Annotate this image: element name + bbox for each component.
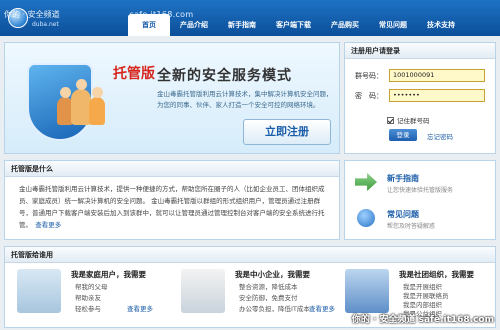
audience-card-sme: 我是中小企业，我需要 整合资源，降低成本 安全防御，免费支付 办公零负担，降低I…	[173, 265, 337, 327]
password-label: 密 码：	[355, 92, 383, 100]
nav-purchase[interactable]: 产品购买	[321, 14, 369, 36]
guide-title[interactable]: 新手指南	[387, 173, 419, 184]
nav-client-download[interactable]: 客户端下载	[266, 14, 321, 36]
hero-banner: 托管版 全新的安全服务模式 金山毒霸托管版利用云计算技术，集中解决计算机安全问题…	[4, 42, 340, 154]
edition-label: 托管版	[113, 66, 155, 82]
banner-description: 金山毒霸托管版利用云计算技术，集中解决计算机安全问题，为您的同事、伙伴、家人打造…	[157, 90, 333, 109]
arrow-right-icon	[355, 173, 377, 191]
guide-item-faq[interactable]: 常见问题 帮您及时答疑解惑	[345, 203, 495, 237]
what-is-text: 金山毒霸托管版利用云计算技术，提供一种便捷的方式，帮助您所在圈子的人（比如企业员…	[19, 185, 325, 229]
audience-card-title[interactable]: 我是社团组织，我需要	[399, 269, 474, 280]
what-is-heading: 托管版是什么	[5, 161, 339, 177]
top-bar: duba.net 你的 · 安全频道safe.it168.com 首页 产品介绍…	[0, 0, 500, 36]
group-number-row: 群号码： 1001000091	[355, 69, 491, 83]
what-is-more-link[interactable]: 查看更多	[35, 221, 61, 229]
audience-heading: 托管版给谁用	[5, 247, 495, 263]
remember-label: 记住群号码	[397, 117, 430, 125]
family-more-link[interactable]: 查看更多	[127, 303, 153, 313]
group-number-input[interactable]: 1001000091	[389, 69, 485, 82]
audience-line: 轻松参与	[75, 305, 101, 313]
guide-item-beginner[interactable]: 新手指南 让您快速体验托管版服务	[345, 167, 495, 201]
audience-card-family: 我是家庭用户，我需要 帮我的父母 帮助亲友 轻松参与 查看更多	[9, 265, 173, 327]
nav-beginner-guide[interactable]: 新手指南	[218, 14, 266, 36]
group-number-label: 群号码：	[355, 72, 383, 80]
guide-subtitle: 帮您及时答疑解惑	[387, 223, 436, 230]
remember-group[interactable]: 记住群号码	[387, 115, 430, 125]
password-input[interactable]: •••••••	[389, 89, 485, 102]
family-photo	[17, 269, 61, 313]
audience-line: 安全防御，免费支付	[239, 294, 298, 302]
sme-more-link[interactable]: 查看更多	[309, 303, 335, 313]
logo-domain: duba.net	[32, 21, 59, 28]
login-heading: 注册用户请登录	[345, 43, 495, 59]
forgot-password-link[interactable]: 忘记密码	[427, 131, 453, 141]
guide-subtitle: 让您快速体验托管版服务	[387, 187, 454, 194]
nav-faq[interactable]: 常见问题	[369, 14, 417, 36]
watermark-top-text: 你的 · 安全频道	[4, 10, 60, 19]
audience-line: 整合资源，降低成本	[239, 283, 298, 291]
help-circle-icon	[357, 209, 375, 227]
what-is-body: 金山毒霸托管版利用云计算技术，提供一种便捷的方式，帮助您所在圈子的人（比如企业员…	[19, 183, 331, 231]
audience-card-title[interactable]: 我是家庭用户，我需要	[71, 269, 146, 280]
audience-card-title[interactable]: 我是中小企业，我需要	[235, 269, 310, 280]
users-group-icon	[57, 79, 107, 125]
remember-checkbox[interactable]	[387, 116, 394, 124]
register-now-button[interactable]: 立即注册	[243, 119, 331, 145]
nav-product-intro[interactable]: 产品介绍	[170, 14, 218, 36]
nav-home[interactable]: 首页	[128, 14, 170, 36]
guide-panel: 新手指南 让您快速体验托管版服务 常见问题 帮您及时答疑解惑	[344, 160, 496, 240]
audience-line: 帮助亲友	[75, 294, 101, 302]
guide-title[interactable]: 常见问题	[387, 209, 419, 220]
password-row: 密 码： •••••••	[355, 89, 491, 103]
login-panel: 注册用户请登录 群号码： 1001000091 密 码： ••••••• 记住群…	[344, 42, 496, 154]
nav-tech-support[interactable]: 技术支持	[417, 14, 465, 36]
banner-title: 全新的安全服务模式	[157, 68, 292, 84]
watermark-bottom: 你的 · 安全频道 safe.it168.com	[351, 315, 494, 325]
audience-line: 办公零负担，降低IT成本	[239, 305, 310, 313]
audience-line: 帮我的父母	[75, 283, 108, 291]
organization-photo	[345, 269, 389, 313]
business-photo	[181, 269, 225, 313]
main-nav: 首页 产品介绍 新手指南 客户端下载 产品购买 常见问题 技术支持	[128, 14, 465, 36]
what-is-section: 托管版是什么 金山毒霸托管版利用云计算技术，提供一种便捷的方式，帮助您所在圈子的…	[4, 160, 340, 240]
login-button[interactable]: 登录	[389, 129, 417, 141]
